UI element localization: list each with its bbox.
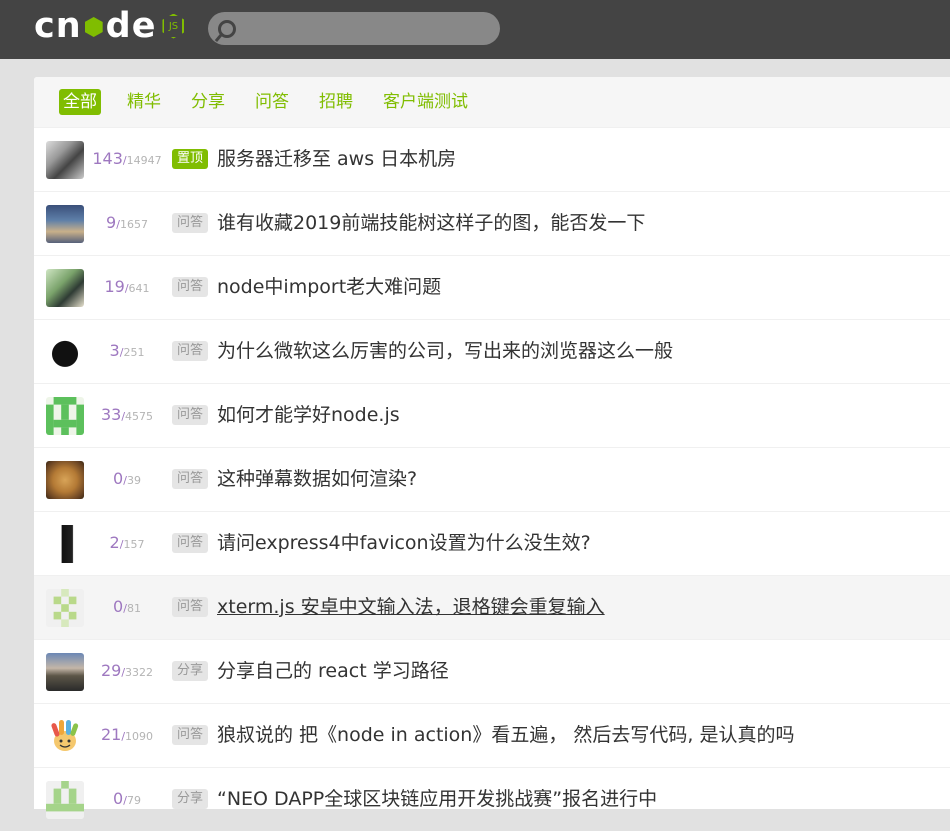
reply-count: 9 [106, 213, 117, 232]
topic-tag: 分享 [172, 661, 209, 681]
topic-counts: 9/1657 [86, 213, 168, 235]
avatar[interactable] [46, 269, 84, 307]
topic-row[interactable]: 0/81 问答 xterm.js 安卓中文输入法，退格键会重复输入 [34, 575, 950, 639]
avatar[interactable] [46, 141, 84, 179]
topic-counts: 0/39 [86, 469, 168, 491]
visit-count: 14947 [126, 154, 162, 167]
avatar[interactable] [46, 205, 84, 243]
avatar[interactable] [46, 397, 84, 435]
topic-counts: 19/641 [86, 277, 168, 299]
search-box[interactable] [208, 12, 500, 47]
logo-letters-cno: cn [34, 6, 82, 46]
topic-row[interactable]: 29/3322 分享 分享自己的 react 学习路径 [34, 639, 950, 703]
avatar[interactable] [46, 333, 84, 371]
tab-share[interactable]: 分享 [187, 89, 229, 115]
navbar: cn de JS [0, 0, 950, 59]
tab-dev[interactable]: 客户端测试 [379, 89, 472, 115]
topic-tag: 问答 [172, 277, 209, 297]
topic-row[interactable]: 0/39 问答 这种弹幕数据如何渲染? [34, 447, 950, 511]
visit-count: 81 [126, 602, 141, 615]
avatar[interactable] [46, 589, 84, 627]
topic-title[interactable]: 谁有收藏2019前端技能树这样子的图，能否发一下 [217, 211, 645, 235]
reply-count: 0 [113, 789, 124, 808]
hand-icon [51, 720, 79, 751]
topic-counts: 0/81 [86, 597, 168, 619]
node-hexagon-icon [84, 17, 103, 37]
topic-title[interactable]: 服务器迁移至 aws 日本机房 [217, 147, 456, 171]
topic-title[interactable]: 请问express4中favicon设置为什么没生效? [217, 531, 591, 555]
visit-count: 157 [123, 538, 145, 551]
topic-counts: 21/1090 [86, 725, 168, 747]
avatar[interactable] [46, 781, 84, 819]
reply-count: 0 [113, 469, 124, 488]
topic-tag: 问答 [172, 533, 209, 553]
logo-letters-de: de [105, 6, 157, 46]
identicon-icon [46, 589, 84, 627]
topic-row[interactable]: 143/14947 置顶 服务器迁移至 aws 日本机房 [34, 127, 950, 191]
visit-count: 3322 [125, 666, 154, 679]
topic-row[interactable]: 3/251 问答 为什么微软这么厉害的公司，写出来的浏览器这么一般 [34, 319, 950, 383]
avatar[interactable] [46, 717, 84, 755]
topic-tag: 问答 [172, 341, 209, 361]
identicon-icon [46, 781, 84, 819]
topic-title[interactable]: 狼叔说的 把《node in action》看五遍， 然后去写代码, 是认真的吗 [217, 723, 794, 747]
topic-title[interactable]: 分享自己的 react 学习路径 [217, 659, 449, 683]
topic-counts: 2/157 [86, 533, 168, 555]
cnode-logo[interactable]: cn de JS [34, 6, 185, 46]
avatar[interactable] [46, 525, 84, 563]
reply-count: 3 [109, 341, 120, 360]
tab-ask[interactable]: 问答 [251, 89, 293, 115]
reply-count: 143 [92, 149, 123, 168]
visit-count: 1657 [119, 218, 148, 231]
topic-counts: 33/4575 [86, 405, 168, 427]
topic-title[interactable]: 如何才能学好node.js [217, 403, 400, 427]
avatar[interactable] [46, 461, 84, 499]
topic-title[interactable]: 为什么微软这么厉害的公司，写出来的浏览器这么一般 [217, 339, 673, 363]
js-badge-icon: JS [162, 13, 185, 39]
reply-count: 19 [104, 277, 125, 296]
topic-row[interactable]: 21/1090 问答 狼叔说的 把《node in action》看五遍， 然后… [34, 703, 950, 767]
avatar[interactable] [46, 653, 84, 691]
topic-title[interactable]: node中import老大难问题 [217, 275, 441, 299]
reply-count: 2 [109, 533, 120, 552]
topic-counts: 0/79 [86, 789, 168, 811]
topic-tag: 问答 [172, 469, 209, 489]
topic-counts: 29/3322 [86, 661, 168, 683]
topic-tag: 问答 [172, 725, 209, 745]
tab-all[interactable]: 全部 [59, 89, 101, 115]
tab-job[interactable]: 招聘 [315, 89, 357, 115]
visit-count: 79 [126, 794, 141, 807]
visit-count: 1090 [125, 730, 154, 743]
topic-tag: 问答 [172, 405, 209, 425]
reply-count: 0 [113, 597, 124, 616]
topic-tabs: 全部 精华 分享 问答 招聘 客户端测试 [34, 77, 950, 127]
identicon-icon [46, 397, 84, 435]
topic-row[interactable]: 33/4575 问答 如何才能学好node.js [34, 383, 950, 447]
topic-title[interactable]: xterm.js 安卓中文输入法，退格键会重复输入 [217, 595, 605, 619]
reply-count: 33 [100, 405, 122, 424]
topic-row[interactable]: 9/1657 问答 谁有收藏2019前端技能树这样子的图，能否发一下 [34, 191, 950, 255]
topic-tag: 置顶 [172, 149, 209, 169]
topic-panel: 全部 精华 分享 问答 招聘 客户端测试 143/14947 置顶 服务器迁移至… [34, 77, 950, 819]
topic-title[interactable]: “NEO DAPP全球区块链应用开发挑战赛”报名进行中 [217, 787, 657, 811]
topic-row[interactable]: 0/79 分享 “NEO DAPP全球区块链应用开发挑战赛”报名进行中 [34, 767, 950, 831]
topic-title[interactable]: 这种弹幕数据如何渲染? [217, 467, 417, 491]
visit-count: 39 [126, 474, 141, 487]
topic-row[interactable]: 2/157 问答 请问express4中favicon设置为什么没生效? [34, 511, 950, 575]
reply-count: 29 [100, 661, 122, 680]
topic-tag: 分享 [172, 789, 209, 809]
visit-count: 4575 [125, 410, 154, 423]
visit-count: 641 [128, 282, 150, 295]
visit-count: 251 [123, 346, 145, 359]
search-icon [218, 20, 236, 38]
topic-counts: 3/251 [86, 341, 168, 363]
search-input[interactable] [244, 12, 498, 47]
topic-row[interactable]: 19/641 问答 node中import老大难问题 [34, 255, 950, 319]
topic-tag: 问答 [172, 597, 209, 617]
topic-counts: 143/14947 [86, 149, 168, 171]
topic-tag: 问答 [172, 213, 209, 233]
tab-good[interactable]: 精华 [123, 89, 165, 115]
reply-count: 21 [100, 725, 122, 744]
